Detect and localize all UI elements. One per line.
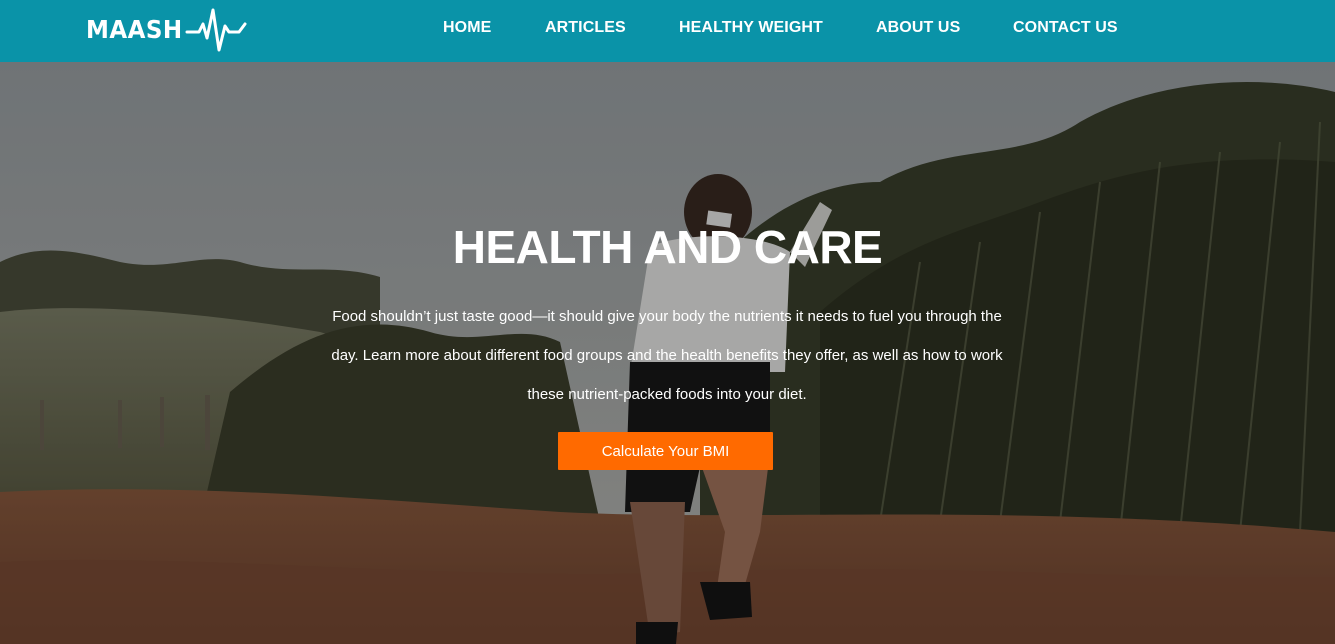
top-navbar: MAASH HOME ARTICLES HEALTHY WEIGHT ABOUT… xyxy=(0,0,1335,62)
nav-articles[interactable]: ARTICLES xyxy=(545,19,626,37)
nav-home[interactable]: HOME xyxy=(443,19,491,37)
heartbeat-pulse-icon xyxy=(185,8,247,52)
nav-contact-us[interactable]: CONTACT US xyxy=(1013,19,1118,37)
logo-text: MAASH xyxy=(86,14,183,44)
nav-healthy-weight[interactable]: HEALTHY WEIGHT xyxy=(679,19,823,37)
hero-title: HEALTH AND CARE xyxy=(452,221,883,273)
calculate-bmi-button[interactable]: Calculate Your BMI xyxy=(558,432,773,470)
hero-section: HEALTH AND CARE Food shouldn’t just tast… xyxy=(0,62,1335,644)
hero-description: Food shouldn’t just taste good—it should… xyxy=(331,308,1003,403)
site-logo[interactable]: MAASH xyxy=(86,4,247,54)
nav-about-us[interactable]: ABOUT US xyxy=(876,19,960,37)
